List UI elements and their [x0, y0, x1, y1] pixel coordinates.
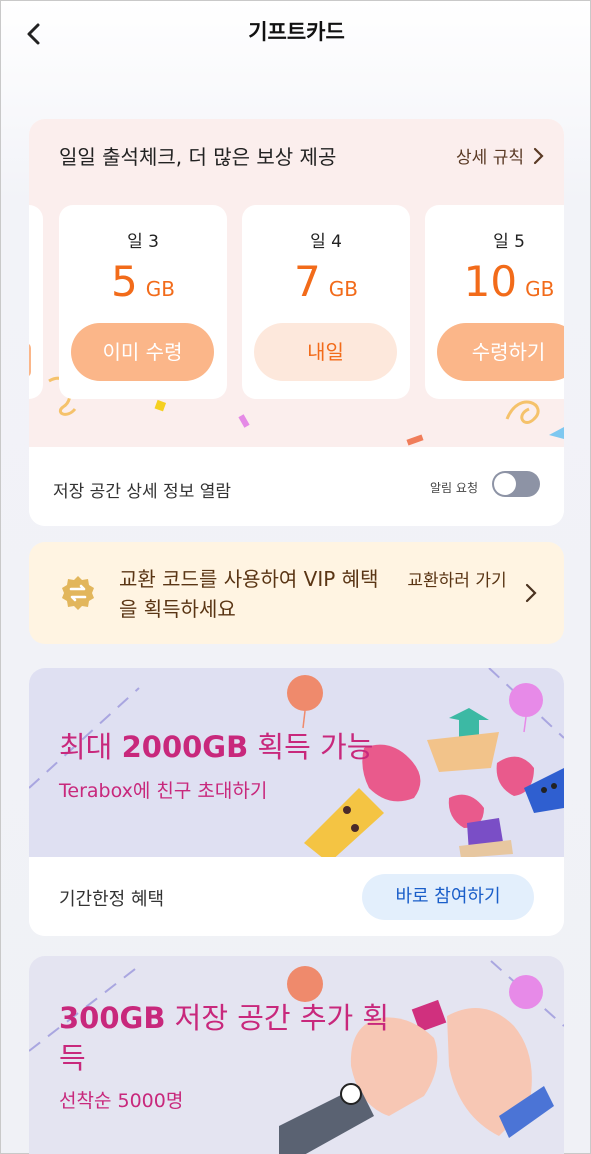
header: 기프트카드: [1, 1, 591, 63]
chevron-right-icon: [533, 147, 544, 164]
join-now-button[interactable]: 바로 참여하기: [362, 874, 534, 920]
day-card: 일 4 7 GB 내일: [242, 205, 410, 399]
headline-suffix: 획득 가능: [248, 730, 374, 764]
day-card: 일 3 5 GB 이미 수령: [59, 205, 227, 399]
partial-button: [29, 343, 31, 377]
reward-amount: 7: [294, 257, 321, 306]
claim-button[interactable]: 수령하기: [437, 323, 564, 381]
day-carousel[interactable]: 일 3 5 GB 이미 수령 일 4 7 GB 내일 일 5 10 GB 수령하기: [29, 205, 564, 399]
storage-headline: 300GB 저장 공간 추가 획득: [59, 998, 409, 1078]
exchange-icon: [62, 576, 94, 610]
rules-label: 상세 규칙: [456, 148, 524, 168]
redeem-card[interactable]: 교환 코드를 사용하여 VIP 혜택을 획득하세요 교환하러 가기: [29, 542, 564, 644]
day-card: 일 5 10 GB 수령하기: [425, 205, 564, 399]
day-label: 일 4: [310, 232, 342, 252]
claimed-button[interactable]: 이미 수령: [71, 323, 214, 381]
invite-banner[interactable]: 최대 2000GB 획득 가능 Terabox에 친구 초대하기: [29, 668, 564, 857]
day-label: 일 5: [493, 232, 525, 252]
headline-amount: 2000GB: [121, 730, 249, 764]
reward-amount: 10: [463, 257, 518, 306]
storage-row: 저장 공간 상세 정보 열람 알림 요청: [29, 447, 564, 526]
storage-amount: 300GB: [59, 1001, 166, 1035]
attendance-panel: 일일 출석체크, 더 많은 보상 제공 상세 규칙 일 3 5 GB 이미 수령 …: [29, 119, 564, 447]
rules-link[interactable]: 상세 규칙: [456, 143, 544, 168]
day-reward: 10 GB: [425, 257, 564, 306]
reward-unit: GB: [328, 277, 358, 301]
storage-details-link[interactable]: 저장 공간 상세 정보 열람: [53, 477, 231, 502]
day-reward: 5 GB: [59, 257, 227, 306]
notify-toggle[interactable]: [492, 471, 540, 497]
redeem-go-label[interactable]: 교환하러 가기: [407, 566, 507, 596]
invite-headline: 최대 2000GB 획득 가능: [59, 724, 373, 766]
chevron-right-icon: [525, 583, 537, 603]
redeem-text: 교환 코드를 사용하여 VIP 혜택을 획득하세요: [119, 567, 379, 621]
tomorrow-button[interactable]: 내일: [254, 323, 397, 381]
attendance-title: 일일 출석체크, 더 많은 보상 제공: [59, 145, 337, 169]
reward-unit: GB: [145, 277, 175, 301]
attendance-card: 일일 출석체크, 더 많은 보상 제공 상세 규칙 일 3 5 GB 이미 수령 …: [29, 119, 564, 526]
toggle-knob: [494, 473, 516, 495]
day-label: 일 3: [127, 232, 159, 252]
invite-subtitle: Terabox에 친구 초대하기: [59, 780, 268, 802]
storage-subtitle: 선착순 5000명: [59, 1090, 184, 1112]
page-title: 기프트카드: [248, 20, 345, 44]
limited-offer-label: 기간한정 혜택: [59, 889, 165, 910]
day-reward: 7 GB: [242, 257, 410, 306]
reward-amount: 5: [111, 257, 138, 306]
day-card-partial: [29, 205, 43, 399]
notify-label: 알림 요청: [430, 481, 478, 495]
headline-prefix: 최대: [59, 730, 122, 764]
invite-footer: 기간한정 혜택 바로 참여하기: [29, 857, 564, 936]
storage-offer-card[interactable]: 300GB 저장 공간 추가 획득 선착순 5000명: [29, 956, 564, 1154]
invite-card: 최대 2000GB 획득 가능 Terabox에 친구 초대하기 기간한정 혜택…: [29, 668, 564, 936]
reward-unit: GB: [525, 277, 555, 301]
